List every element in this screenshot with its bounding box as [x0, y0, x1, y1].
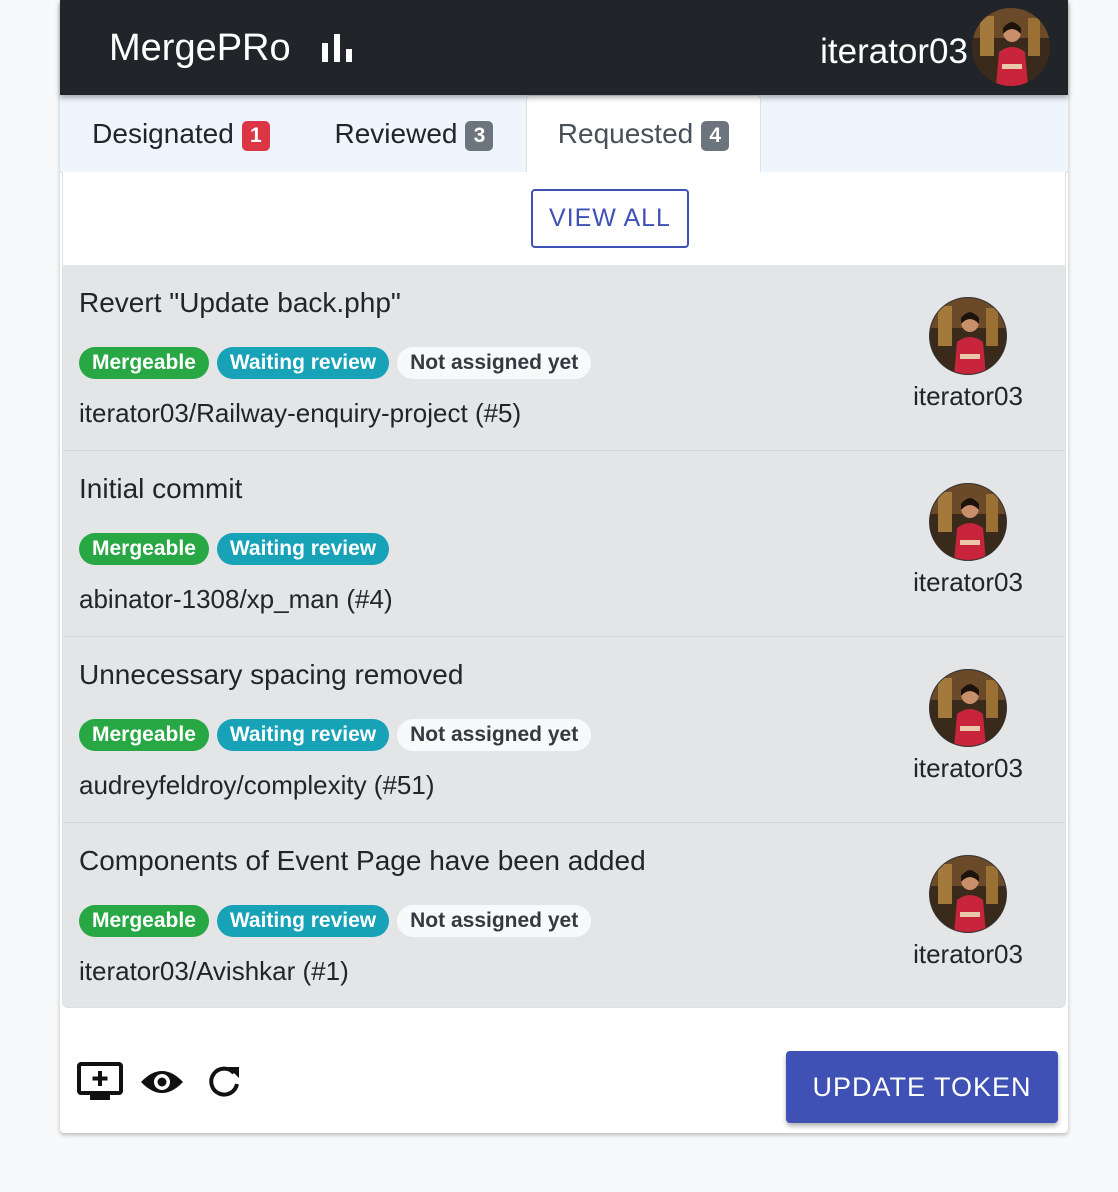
tab-count-badge: 3 — [465, 120, 494, 151]
tab-bar: Designated 1 Reviewed 3 Requested 4 — [60, 95, 1068, 173]
not-assigned-badge: Not assigned yet — [397, 347, 592, 379]
pr-title[interactable]: Initial commit — [79, 471, 242, 507]
avatar — [929, 297, 1007, 375]
pr-title[interactable]: Components of Event Page have been added — [79, 843, 646, 879]
author-name: iterator03 — [913, 381, 1023, 411]
tab-requested[interactable]: Requested 4 — [526, 95, 761, 173]
author-name: iterator03 — [913, 753, 1023, 783]
pr-repo: iterator03/Avishkar (#1) — [79, 956, 349, 986]
mergeable-badge: Mergeable — [79, 347, 209, 379]
eye-icon[interactable] — [138, 1060, 186, 1104]
navbar: MergePRo iterator03 — [60, 0, 1068, 95]
pr-tags: Mergeable Waiting review Not assigned ye… — [79, 719, 599, 751]
tab-count-badge: 4 — [701, 121, 730, 151]
user-name: iterator03 — [820, 32, 968, 71]
list-item[interactable]: Initial commit Mergeable Waiting review … — [63, 451, 1065, 637]
view-all-button[interactable]: VIEW ALL — [531, 189, 689, 248]
pr-tags: Mergeable Waiting review Not assigned ye… — [79, 905, 599, 937]
pr-title[interactable]: Revert "Update back.php" — [79, 285, 401, 321]
tab-reviewed[interactable]: Reviewed 3 — [302, 95, 526, 172]
footer-toolbar — [76, 1060, 262, 1104]
waiting-review-badge: Waiting review — [216, 905, 390, 937]
mergeable-badge: Mergeable — [79, 533, 209, 565]
waiting-review-badge: Waiting review — [216, 533, 390, 565]
user-avatar[interactable] — [972, 8, 1050, 86]
tab-label: Reviewed — [334, 117, 458, 149]
waiting-review-badge: Waiting review — [216, 719, 390, 751]
pr-title[interactable]: Unnecessary spacing removed — [79, 657, 463, 693]
pr-repo: iterator03/Railway-enquiry-project (#5) — [79, 398, 522, 428]
list-item[interactable]: Unnecessary spacing removed Mergeable Wa… — [63, 637, 1065, 823]
pr-tags: Mergeable Waiting review Not assigned ye… — [79, 347, 599, 379]
not-assigned-badge: Not assigned yet — [397, 719, 592, 751]
refresh-icon[interactable] — [200, 1060, 248, 1104]
tab-count-badge: 1 — [241, 120, 270, 151]
list-item[interactable]: Components of Event Page have been added… — [63, 823, 1065, 1007]
pr-author: iterator03 — [908, 855, 1028, 971]
list-item[interactable]: Revert "Update back.php" Mergeable Waiti… — [63, 265, 1065, 451]
pr-repo: abinator-1308/xp_man (#4) — [79, 584, 393, 614]
author-name: iterator03 — [913, 939, 1023, 969]
requested-panel: VIEW ALL Revert "Update back.php" Mergea… — [62, 172, 1066, 1008]
pr-list: Revert "Update back.php" Mergeable Waiti… — [63, 265, 1065, 1007]
tab-label: Requested — [557, 118, 694, 149]
waiting-review-badge: Waiting review — [216, 347, 390, 379]
pr-tags: Mergeable Waiting review — [79, 533, 397, 565]
tab-label: Designated — [92, 117, 234, 149]
bar-chart-icon — [322, 34, 352, 67]
tab-designated[interactable]: Designated 1 — [60, 95, 302, 172]
brand-title[interactable]: MergePRo — [109, 25, 291, 71]
mergeable-badge: Mergeable — [79, 905, 209, 937]
pr-author: iterator03 — [908, 483, 1028, 599]
not-assigned-badge: Not assigned yet — [397, 905, 592, 937]
update-token-button[interactable]: UPDATE TOKEN — [786, 1051, 1058, 1123]
pr-author: iterator03 — [908, 669, 1028, 785]
avatar — [929, 669, 1007, 747]
app-container: MergePRo iterator03 Designated 1 Reviewe… — [60, 0, 1068, 1133]
pr-author: iterator03 — [908, 297, 1028, 413]
avatar — [929, 483, 1007, 561]
pr-repo: audreyfeldroy/complexity (#51) — [79, 770, 435, 800]
mergeable-badge: Mergeable — [79, 719, 209, 751]
author-name: iterator03 — [913, 567, 1023, 597]
add-to-screen-icon[interactable] — [76, 1060, 124, 1104]
avatar — [929, 855, 1007, 933]
